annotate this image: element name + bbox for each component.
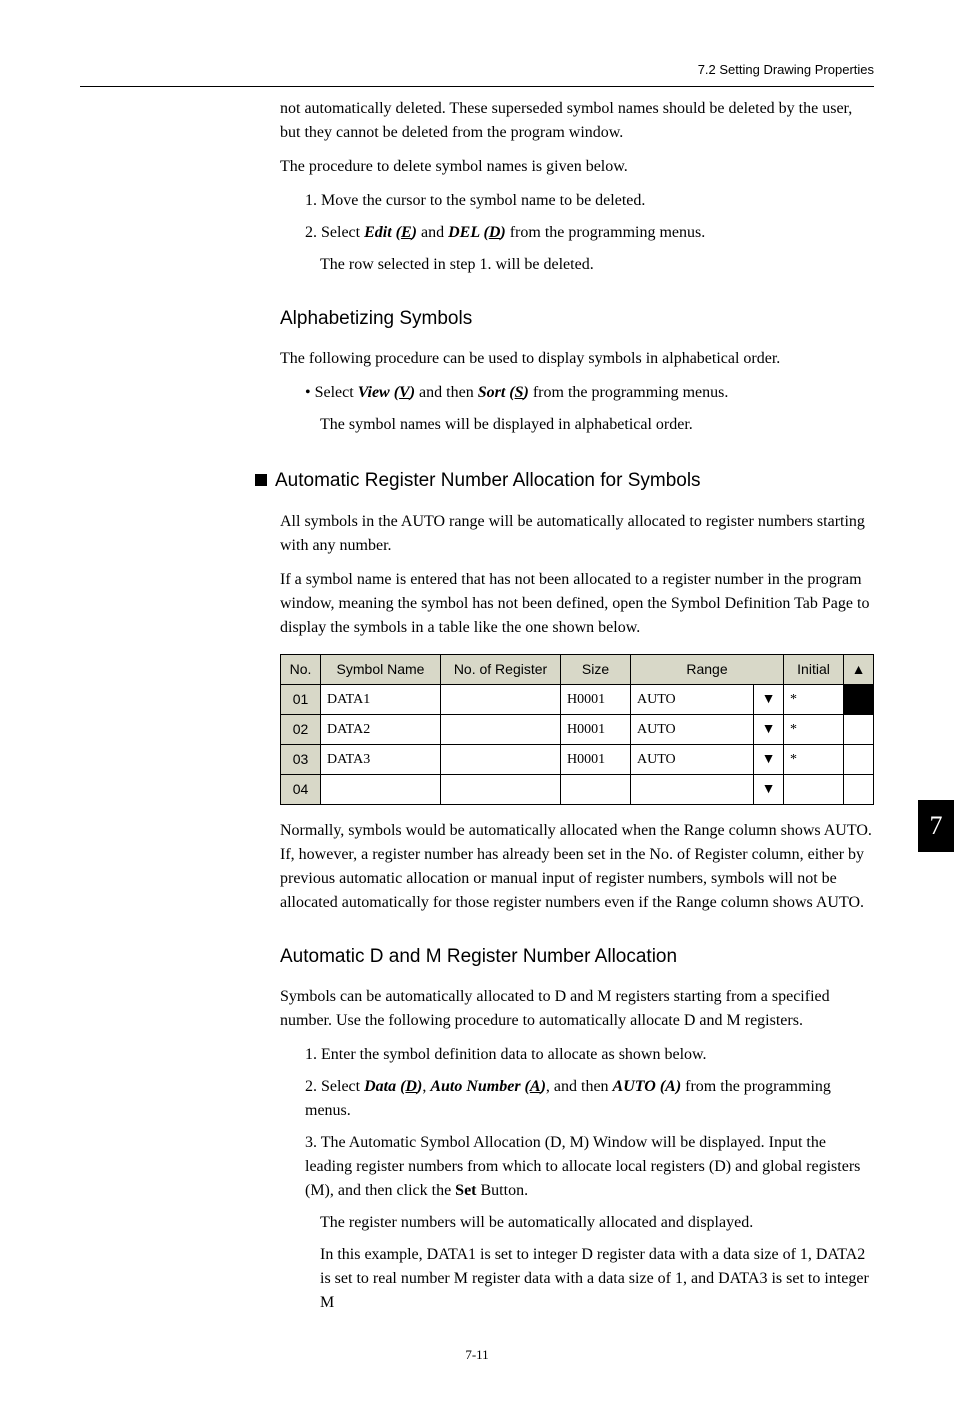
header-breadcrumb: 7.2 Setting Drawing Properties [80,60,874,80]
text: from the programming menus. [529,384,729,401]
auto-reg-p1: All symbols in the AUTO range will be au… [280,510,874,558]
auto-dm-step3-sub1: The register numbers will be automatical… [320,1211,874,1235]
page-number: 7-11 [80,1345,874,1365]
cell-size: H0001 [561,684,631,714]
cell-range [631,774,754,804]
symbol-table: No. Symbol Name No. of Register Size Ran… [280,654,874,805]
cell-symbol-name: DATA1 [321,684,441,714]
mnemonic-v: V [399,384,410,401]
text: • Select [305,384,358,401]
alpha-bullet-sub: The symbol names will be displayed in al… [320,413,874,437]
mnemonic-e: E [401,224,412,241]
cell-no: 03 [281,744,321,774]
menu-sort: Sort ( [478,384,515,401]
cell-symbol-name [321,774,441,804]
cell-no-register [441,684,561,714]
heading-auto-register: Automatic Register Number Allocation for… [275,470,701,491]
cell-symbol-name: DATA2 [321,714,441,744]
cell-initial: * [784,744,844,774]
auto-dm-step1: 1. Enter the symbol definition data to a… [300,1043,874,1067]
cell-no-register [441,744,561,774]
table-row: 04 ▼ [281,774,874,804]
cell-initial: * [784,714,844,744]
intro-p2: The procedure to delete symbol names is … [280,155,874,179]
header-rule [80,86,874,87]
heading-alphabetizing: Alphabetizing Symbols [280,305,874,334]
cell-scroll-indicator [844,714,874,744]
set-button-ref: Set [455,1182,476,1199]
chapter-side-tab: 7 [918,800,954,852]
cell-no-register [441,774,561,804]
auto-reg-p3: Normally, symbols would be automatically… [280,819,874,915]
intro-p1: not automatically deleted. These superse… [280,97,874,145]
th-no: No. [281,654,321,684]
cell-no-register [441,714,561,744]
cell-initial: * [784,684,844,714]
auto-dm-step3-sub2: In this example, DATA1 is set to integer… [320,1243,874,1315]
dropdown-arrow-icon: ▼ [754,744,784,774]
menu-auto-number: Auto Number ( [430,1078,530,1095]
text: from the programming menus. [506,224,706,241]
cell-initial [784,774,844,804]
cell-range: AUTO [631,744,754,774]
table-row: 01DATA1 H0001AUTO▼* [281,684,874,714]
menu-view: View ( [358,384,399,401]
th-initial: Initial [784,654,844,684]
cell-range: AUTO [631,684,754,714]
text: , and then [546,1078,613,1095]
cell-size: H0001 [561,714,631,744]
table-header-row: No. Symbol Name No. of Register Size Ran… [281,654,874,684]
table-row: 02DATA2 H0001AUTO▼* [281,714,874,744]
intro-step2: 2. Select Edit (E) and DEL (D) from the … [300,221,874,245]
mnemonic-d: D [489,224,501,241]
cell-no: 01 [281,684,321,714]
cell-symbol-name: DATA3 [321,744,441,774]
table-row: 03DATA3 H0001AUTO▼* [281,744,874,774]
text: 2. Select [305,1078,364,1095]
dropdown-arrow-icon: ▼ [754,774,784,804]
mnemonic-d: D [405,1078,417,1095]
auto-dm-step2: 2. Select Data (D), Auto Number (A), and… [300,1075,874,1123]
menu-edit: Edit ( [364,224,401,241]
alpha-p1: The following procedure can be used to d… [280,347,874,371]
cell-no: 02 [281,714,321,744]
text: 3. The Automatic Symbol Allocation (D, M… [305,1134,860,1199]
text: and [417,224,448,241]
mnemonic-s: S [515,384,524,401]
intro-step2-sub: The row selected in step 1. will be dele… [320,253,874,277]
text: 2. Select [305,224,364,241]
dropdown-arrow-icon: ▼ [754,714,784,744]
th-size: Size [561,654,631,684]
intro-step1: 1. Move the cursor to the symbol name to… [300,189,874,213]
menu-data: Data ( [364,1078,405,1095]
mnemonic-a: A [530,1078,541,1095]
dropdown-arrow-icon: ▼ [754,684,784,714]
cell-scroll-indicator [844,774,874,804]
th-symbol-name: Symbol Name [321,654,441,684]
auto-reg-p2: If a symbol name is entered that has not… [280,568,874,640]
auto-dm-p1: Symbols can be automatically allocated t… [280,985,874,1033]
auto-dm-step3: 3. The Automatic Symbol Allocation (D, M… [300,1131,874,1203]
cell-size [561,774,631,804]
text: Button. [477,1182,529,1199]
heading-auto-dm: Automatic D and M Register Number Alloca… [280,943,874,972]
menu-auto-a: AUTO (A) [613,1078,682,1095]
th-arrow-up-icon: ▲ [844,654,874,684]
alpha-bullet: • Select View (V) and then Sort (S) from… [300,381,874,405]
cell-no: 04 [281,774,321,804]
cell-scroll-indicator [844,744,874,774]
th-range: Range [631,654,784,684]
square-bullet-icon [255,474,267,486]
cell-scroll-indicator [844,684,874,714]
cell-range: AUTO [631,714,754,744]
menu-del: DEL ( [448,224,489,241]
text: and then [415,384,478,401]
cell-size: H0001 [561,744,631,774]
th-no-register: No. of Register [441,654,561,684]
